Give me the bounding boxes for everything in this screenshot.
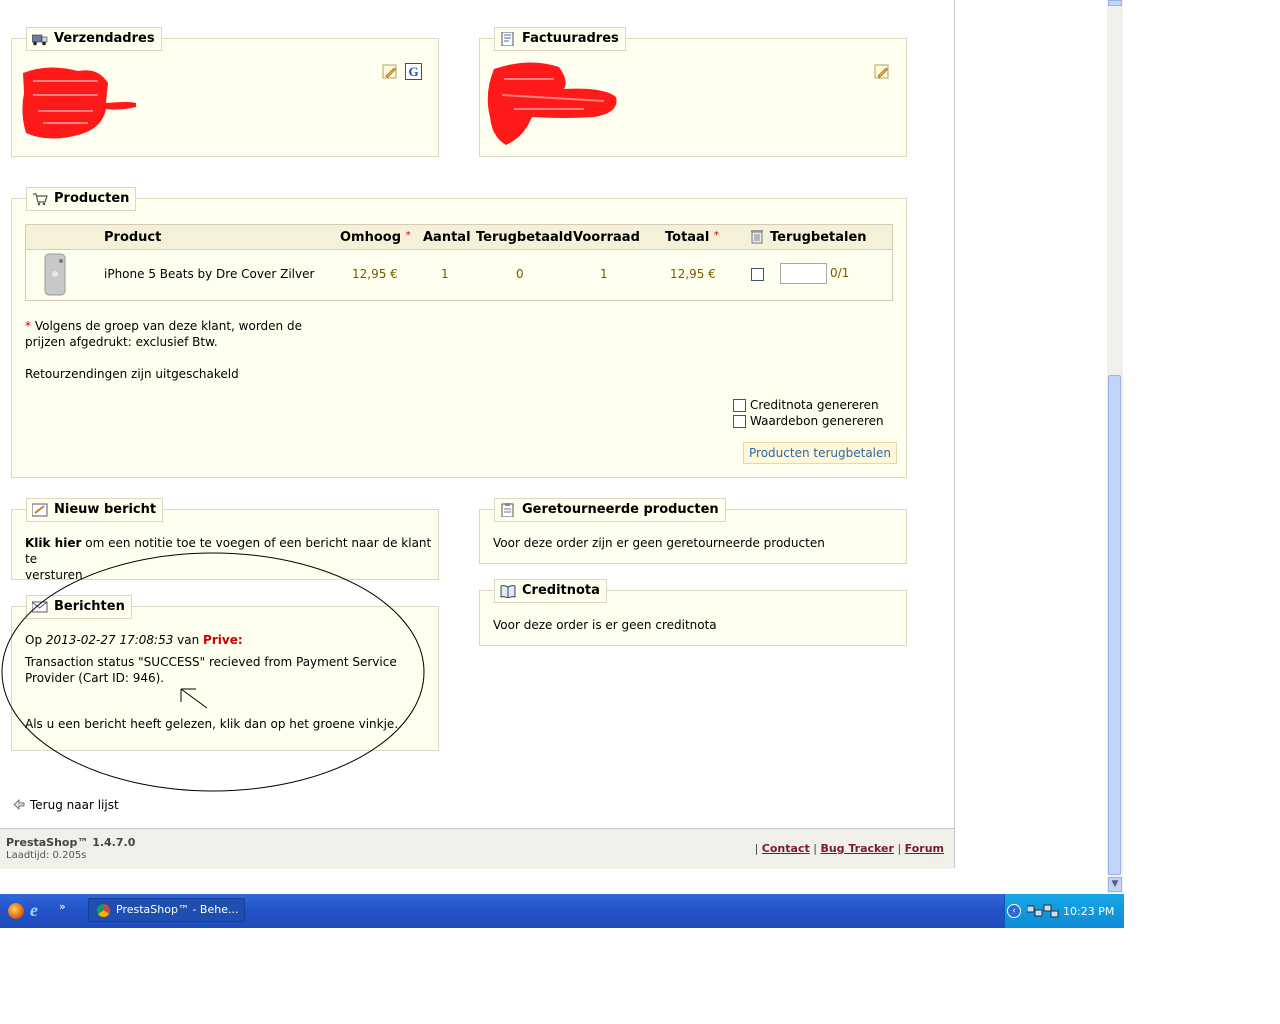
shipping-address-title: Verzendadres xyxy=(54,31,155,46)
shipping-address-legend: Verzendadres xyxy=(26,27,162,51)
refund-products-button[interactable]: Producten terugbetalen xyxy=(743,442,897,464)
refund-checkbox[interactable] xyxy=(751,268,764,281)
contact-link[interactable]: Contact xyxy=(762,842,810,855)
clock[interactable]: 10:23 PM xyxy=(1063,905,1114,918)
network-icon[interactable] xyxy=(1026,904,1043,918)
admin-page: Verzendadres G Factuuradres Producten Pr… xyxy=(0,0,955,869)
taskbar-window-button[interactable]: PrestaShop™ - Behe... xyxy=(88,898,245,922)
quicklaunch-overflow-icon[interactable]: » xyxy=(59,900,66,913)
edit-billing-icon[interactable] xyxy=(874,64,890,80)
col-totaal: Totaal * xyxy=(665,230,719,245)
voucher-checkbox[interactable] xyxy=(733,415,746,428)
col-product: Product xyxy=(104,230,162,245)
price-note: * Volgens de groep van deze klant, worde… xyxy=(25,319,302,349)
scroll-up-button[interactable] xyxy=(1108,0,1122,6)
product-refunded: 0 xyxy=(516,267,524,281)
scroll-thumb[interactable] xyxy=(1108,375,1121,875)
redacted-billing-scribble xyxy=(487,62,617,145)
firefox-icon[interactable] xyxy=(8,903,24,919)
product-stock: 1 xyxy=(600,267,608,281)
col-aantal: Aantal xyxy=(423,230,471,245)
system-tray: ‹ 10:23 PM xyxy=(1004,894,1124,928)
col-terugbetaald: Terugbetaald xyxy=(476,230,573,245)
vertical-scrollbar[interactable]: ▼ xyxy=(1107,0,1123,893)
billing-address-legend: Factuuradres xyxy=(494,27,626,51)
scroll-down-button[interactable]: ▼ xyxy=(1108,877,1122,892)
forum-link[interactable]: Forum xyxy=(905,842,944,855)
col-terugbetalen: Terugbetalen xyxy=(770,230,867,245)
back-arrow-icon[interactable] xyxy=(13,799,25,813)
footer-brand: PrestaShop™ 1.4.7.0 xyxy=(6,836,136,849)
product-qty: 1 xyxy=(441,267,449,281)
col-voorraad: Voorraad xyxy=(573,230,640,245)
returns-disabled-text: Retourzendingen zijn uitgeschakeld xyxy=(25,367,239,381)
product-price: 12,95 € xyxy=(352,267,398,281)
cart-icon xyxy=(32,192,48,206)
network-icon-2[interactable] xyxy=(1043,904,1059,918)
product-name: iPhone 5 Beats by Dre Cover Zilver xyxy=(104,267,315,281)
products-title: Producten xyxy=(54,191,130,206)
products-legend: Producten xyxy=(26,187,137,211)
new-message-legend: Nieuw bericht xyxy=(26,498,164,522)
credit-note-checkbox[interactable] xyxy=(733,399,746,412)
footer-links: | Contact | Bug Tracker | Forum xyxy=(754,842,944,855)
message-edit-icon xyxy=(31,503,48,517)
refund-quantity-input[interactable] xyxy=(780,263,827,284)
col-omhoog: Omhoog * xyxy=(340,230,411,245)
taskbar: e » PrestaShop™ - Behe... ‹ 10:23 PM xyxy=(0,894,1124,928)
trash-icon xyxy=(751,229,763,247)
edit-shipping-icon[interactable] xyxy=(382,64,398,80)
back-to-list-link[interactable]: Terug naar lijst xyxy=(30,797,119,813)
credit-note-title: Creditnota xyxy=(522,583,600,598)
shipping-address-panel: Verzendadres G xyxy=(11,27,439,157)
voucher-label: Waardebon genereren xyxy=(750,414,884,428)
refund-max: 0/1 xyxy=(830,266,850,280)
credit-note-label: Creditnota genereren xyxy=(750,398,879,412)
book-icon xyxy=(500,584,516,599)
internet-explorer-icon[interactable]: e xyxy=(30,900,38,921)
billing-address-title: Factuuradres xyxy=(522,31,619,46)
returned-products-title: Geretourneerde producten xyxy=(522,502,719,517)
taskbar-window-title: PrestaShop™ - Behe... xyxy=(116,903,239,916)
invoice-icon xyxy=(500,31,516,47)
returned-products-panel: Geretourneerde producten Voor deze order… xyxy=(479,498,907,564)
credit-note-text: Voor deze order is er geen creditnota xyxy=(493,618,717,632)
billing-address-panel: Factuuradres xyxy=(479,27,907,157)
products-table: Product Omhoog * Aantal Terugbetaald Voo… xyxy=(25,224,893,301)
footer-load-time: Laadtijd: 0.205s xyxy=(6,850,87,861)
truck-icon xyxy=(31,32,48,46)
credit-note-legend: Creditnota xyxy=(494,579,607,603)
product-total: 12,95 € xyxy=(670,267,716,281)
annotation-arrow xyxy=(180,688,208,709)
new-message-title: Nieuw bericht xyxy=(54,502,157,517)
tray-expand-icon[interactable]: ‹ xyxy=(1007,904,1021,918)
returned-products-legend: Geretourneerde producten xyxy=(494,498,726,522)
annotation-ellipse xyxy=(1,552,425,792)
google-maps-icon[interactable]: G xyxy=(405,63,422,80)
returned-products-text: Voor deze order zijn er geen geretournee… xyxy=(493,536,825,550)
redacted-address-scribble xyxy=(22,67,136,139)
table-row: iPhone 5 Beats by Dre Cover Zilver 12,95… xyxy=(26,250,892,300)
product-thumbnail[interactable] xyxy=(38,252,72,296)
bug-tracker-link[interactable]: Bug Tracker xyxy=(820,842,894,855)
clipboard-icon xyxy=(500,503,516,518)
chrome-icon xyxy=(97,904,110,917)
products-table-header: Product Omhoog * Aantal Terugbetaald Voo… xyxy=(26,225,892,250)
footer: PrestaShop™ 1.4.7.0 Laadtijd: 0.205s | C… xyxy=(0,828,954,869)
credit-note-panel: Creditnota Voor deze order is er geen cr… xyxy=(479,579,907,646)
